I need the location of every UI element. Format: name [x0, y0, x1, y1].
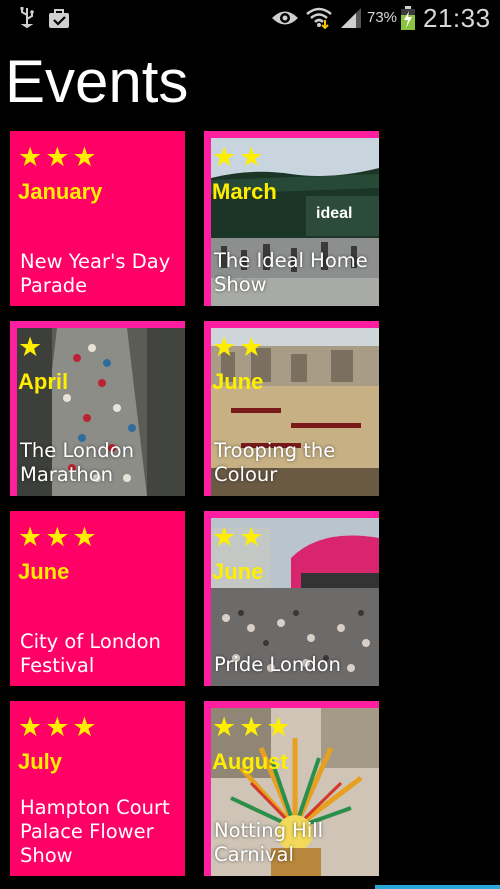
- eye-icon: [270, 6, 300, 30]
- event-month: July: [18, 749, 63, 774]
- event-name: Trooping the Colour: [214, 439, 336, 486]
- event-name: The London Marathon: [20, 439, 134, 486]
- photo-sign-text: ideal: [316, 205, 352, 222]
- event-month: March: [212, 179, 277, 204]
- rating-stars: ★★★: [212, 712, 294, 743]
- event-name: The Ideal Home Show: [214, 249, 368, 296]
- event-tile-trooping-the-colour[interactable]: ★★ June Trooping the Colour: [204, 321, 379, 496]
- rating-stars: ★★: [212, 332, 267, 363]
- rating-stars: ★★★: [18, 712, 100, 743]
- shopping-bag-icon: [46, 6, 72, 30]
- event-name: Notting Hill Carnival: [214, 819, 324, 866]
- event-name: New Year's Day Parade: [20, 250, 171, 297]
- rating-stars: ★: [18, 332, 46, 363]
- event-month: June: [18, 559, 70, 584]
- event-month: August: [212, 749, 288, 774]
- event-month: June: [212, 559, 264, 584]
- event-name: Pride London: [214, 653, 341, 676]
- clock: 21:33: [423, 3, 491, 33]
- event-tile-city-of-london-festival[interactable]: ★★★ June City of London Festival: [10, 511, 185, 686]
- event-tile-new-years-day-parade[interactable]: ★★★ January New Year's Day Parade: [10, 131, 185, 306]
- usb-icon: [16, 6, 38, 30]
- scroll-indicator[interactable]: [375, 885, 500, 889]
- status-bar: 73% 21:33: [0, 0, 500, 36]
- event-month: April: [18, 369, 69, 394]
- event-name: City of London Festival: [20, 630, 161, 677]
- event-month: June: [212, 369, 264, 394]
- event-tile-london-marathon[interactable]: ★ April The London Marathon: [10, 321, 185, 496]
- signal-icon: [338, 6, 364, 30]
- battery-percentage: 73%: [367, 9, 398, 26]
- event-tile-ideal-home-show[interactable]: ideal ★★ March The Ideal Home Show: [204, 131, 379, 306]
- event-name: Hampton Court Palace Flower Show: [20, 796, 170, 867]
- rating-stars: ★★: [212, 142, 267, 173]
- rating-stars: ★★: [212, 522, 267, 553]
- rating-stars: ★★★: [18, 142, 100, 173]
- page-title: Events: [5, 48, 189, 115]
- event-tile-hampton-court-palace-flower-show[interactable]: ★★★ July Hampton Court Palace Flower Sho…: [10, 701, 185, 876]
- rating-stars: ★★★: [18, 522, 100, 553]
- event-tile-pride-london[interactable]: ★★ June Pride London: [204, 511, 379, 686]
- event-month: January: [18, 179, 103, 204]
- wifi-icon: [304, 6, 334, 30]
- event-tile-notting-hill-carnival[interactable]: ★★★ August Notting Hill Carnival: [204, 701, 379, 876]
- battery-charging-icon: [398, 6, 418, 30]
